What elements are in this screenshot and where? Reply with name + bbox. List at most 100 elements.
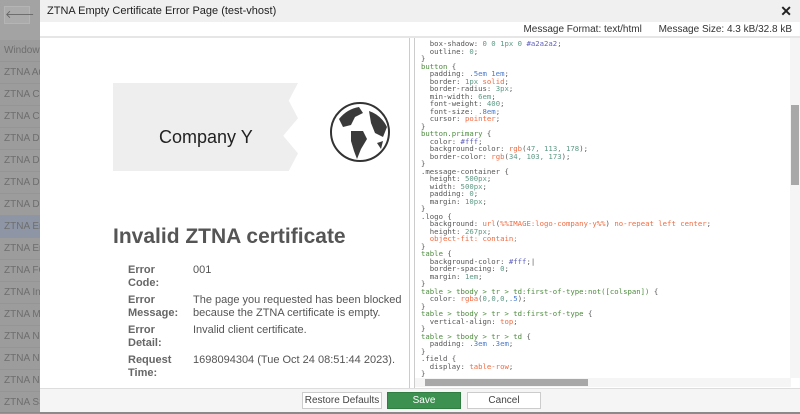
- modal-title: ZTNA Empty Certificate Error Page (test-…: [47, 5, 277, 17]
- code-line: }: [421, 205, 711, 213]
- background-list-item: ZTNA Cl: [0, 106, 40, 128]
- error-detail-row: Error Code: 001: [125, 262, 409, 292]
- cancel-button[interactable]: Cancel: [467, 392, 541, 409]
- error-detail-row: Request Time: 1698094304 (Tue Oct 24 08:5…: [125, 352, 409, 382]
- code-token: ;: [508, 84, 514, 93]
- code-line: margin: 10px;: [421, 196, 711, 206]
- globe-icon: [330, 102, 390, 162]
- code-token: );: [579, 144, 588, 153]
- preview-pane: Company Y Invalid ZTNA certificate Error…: [40, 38, 410, 388]
- code-token: no-repeat left center: [614, 219, 707, 228]
- code-token: {: [649, 286, 659, 296]
- background-list-item: ZTNA SS: [0, 392, 40, 414]
- background-list-item: ZTNA De: [0, 128, 40, 150]
- code-vertical-scrollbar[interactable]: [790, 38, 800, 378]
- close-icon[interactable]: ✕: [780, 0, 792, 22]
- field-label: Error Code:: [128, 264, 160, 289]
- code-line: padding: .3em .3em;: [421, 340, 711, 348]
- error-detail-row: Error Message: The page you requested has…: [125, 292, 409, 322]
- code-token: pointer: [464, 114, 496, 123]
- background-list-item: Window: [0, 40, 40, 62]
- save-button[interactable]: Save: [387, 392, 461, 409]
- code-line: }: [421, 370, 711, 378]
- code-token: 0 0 1px 0: [482, 39, 527, 48]
- background-list-item: ZTNA Ca: [0, 84, 40, 106]
- back-button[interactable]: 🡐: [4, 6, 35, 24]
- code-token: ;: [504, 264, 509, 273]
- code-line: }: [421, 242, 711, 251]
- background-list-item: ZTNA Em: [0, 216, 40, 238]
- code-token: cursor:: [421, 114, 465, 123]
- background-list: 🡐 WindowZTNA AuZTNA CaZTNA ClZTNA DeZTNA…: [0, 0, 40, 414]
- code-token: }: [421, 369, 426, 378]
- background-list-item: ZTNA De: [0, 150, 40, 172]
- code-token: 1em: [464, 271, 479, 281]
- arrow-left-icon: 🡐: [5, 9, 35, 21]
- code-token: ;: [486, 174, 492, 183]
- code-line: display: table-row;: [421, 361, 711, 371]
- code-token: 0,0,0,: [482, 294, 509, 303]
- background-list-item: ZTNA De: [0, 172, 40, 194]
- background-list-item: ZTNA In: [0, 282, 40, 304]
- code-line: border-color: rgb(34, 103, 173);: [421, 151, 711, 161]
- scroll-thumb[interactable]: [425, 379, 588, 386]
- modal-title-bar: ZTNA Empty Certificate Error Page (test-…: [40, 0, 800, 22]
- error-detail-row: Error Detail: Invalid client certificate.: [125, 322, 409, 352]
- logo-text: Company Y: [159, 127, 253, 147]
- background-list-item: ZTNA Au: [0, 62, 40, 84]
- code-token: ;: [513, 316, 518, 326]
- code-token: color:: [421, 294, 461, 303]
- code-content[interactable]: box-shadow: 0 0 1px 0 #a2a2a2; outline: …: [421, 40, 711, 378]
- code-token: rgb: [491, 151, 505, 161]
- code-token: object-fit: contain;: [421, 234, 518, 243]
- code-line: margin: 1em;: [421, 271, 711, 281]
- code-token: display:: [421, 361, 470, 371]
- code-line: }: [421, 55, 711, 63]
- code-token: ;: [508, 339, 514, 348]
- message-info-bar: Message Format: text/html Message Size: …: [40, 22, 800, 38]
- code-token: margin:: [421, 271, 465, 281]
- code-token: ;: [706, 219, 712, 228]
- error-details-table: Error Code: 001 Error Message: The page you…: [125, 262, 409, 382]
- field-value: 001: [193, 264, 212, 276]
- company-logo: Company Y: [113, 83, 409, 173]
- code-token: #fff: [508, 256, 527, 266]
- code-token: ;: [478, 271, 483, 281]
- code-token: %%IMAGE:logo-company-y%%: [500, 219, 606, 228]
- code-token: {: [482, 129, 492, 138]
- certificate-error-page-editor: ZTNA Empty Certificate Error Page (test-…: [40, 0, 800, 412]
- field-value: 1698094304 (Tue Oct 24 08:51:44 2023).: [193, 354, 396, 366]
- code-line: cursor: pointer;: [421, 115, 711, 123]
- background-toolbar: 🡐: [0, 0, 40, 40]
- field-label: Request Time:: [128, 354, 172, 379]
- code-token: ;: [500, 99, 505, 108]
- code-line: outline: 0;: [421, 46, 711, 56]
- code-token: 34, 103, 173: [508, 151, 562, 161]
- background-list-item: ZTNA M: [0, 304, 40, 326]
- code-token: ;: [482, 181, 487, 191]
- message-size: Message Size: 4.3 kB/32.8 kB: [658, 24, 792, 35]
- background-list-item: ZTNA No: [0, 370, 40, 392]
- code-token: ;: [508, 361, 514, 371]
- code-token: margin:: [421, 196, 465, 206]
- code-token: 3px: [495, 84, 509, 93]
- code-token: top: [500, 316, 514, 326]
- code-line: color: rgba(0,0,0,.5);: [421, 295, 711, 303]
- code-token: border-color:: [421, 151, 492, 161]
- html-code-editor[interactable]: box-shadow: 0 0 1px 0 #a2a2a2; outline: …: [414, 38, 800, 388]
- code-token: 10px: [464, 196, 483, 206]
- code-token: {: [583, 309, 593, 318]
- modal-footer: Restore Defaults Save Cancel: [40, 388, 800, 412]
- restore-defaults-button[interactable]: Restore Defaults: [302, 392, 382, 409]
- code-horizontal-scrollbar[interactable]: [415, 378, 791, 387]
- code-token: outline:: [421, 46, 470, 56]
- error-heading: Invalid ZTNA certificate: [113, 225, 346, 248]
- background-list-item: ZTNA De: [0, 194, 40, 216]
- code-token: ;|: [526, 256, 536, 266]
- code-token: ;: [473, 46, 479, 56]
- code-token: .5: [508, 294, 518, 303]
- background-list-item: ZTNA No: [0, 326, 40, 348]
- scroll-thumb[interactable]: [791, 105, 799, 185]
- field-value: The page you requested has been blocked …: [193, 294, 402, 319]
- code-token: ;: [495, 114, 501, 123]
